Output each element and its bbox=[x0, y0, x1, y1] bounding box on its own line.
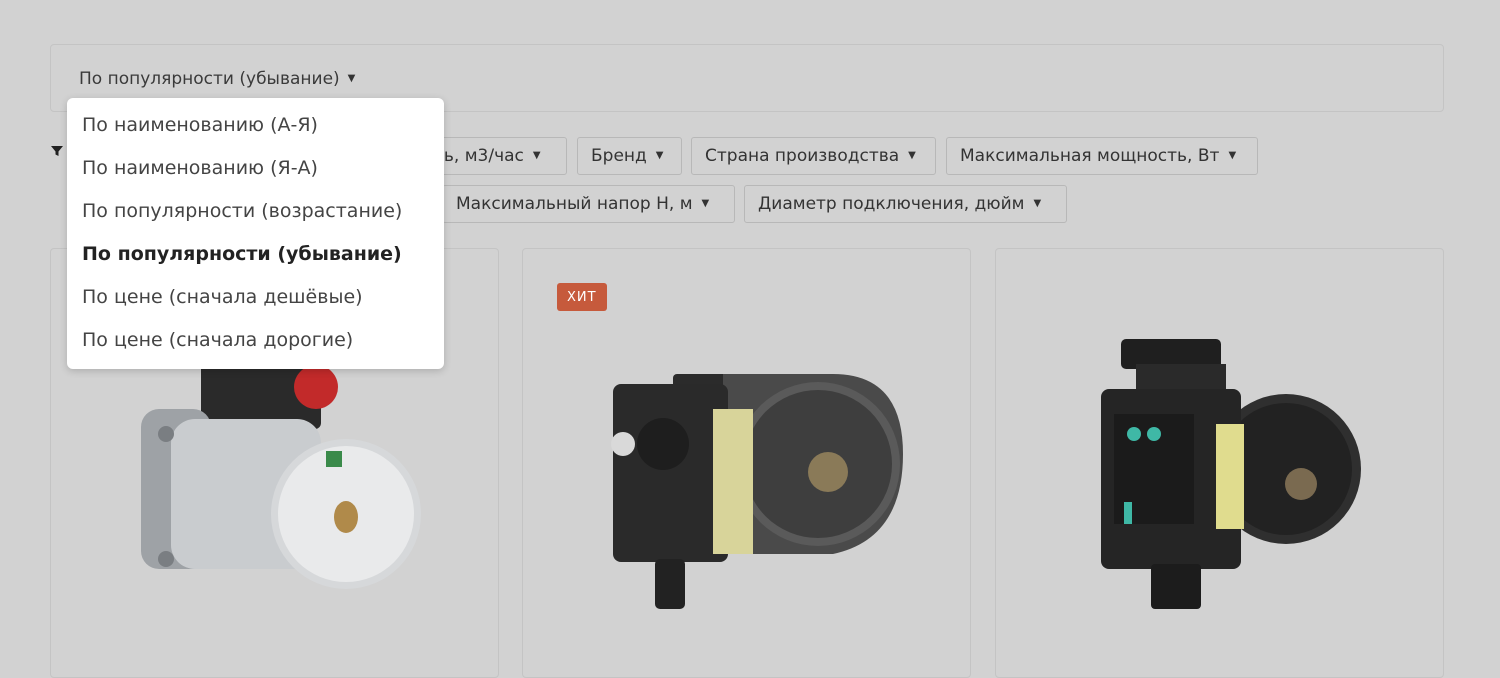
sort-option-popularity-asc[interactable]: По популярности (возрастание) bbox=[82, 200, 402, 222]
caret-down-icon: ▼ bbox=[701, 198, 710, 209]
hit-badge: ХИТ bbox=[557, 283, 607, 311]
filter-country-label: Страна производства bbox=[705, 146, 900, 166]
product-image bbox=[141, 359, 421, 589]
product-image bbox=[611, 374, 903, 609]
caret-down-icon: ▼ bbox=[1228, 150, 1237, 161]
caret-down-icon: ▼ bbox=[655, 150, 664, 161]
filter-max-power[interactable]: Максимальная мощность, Вт ▼ bbox=[946, 137, 1258, 175]
sort-option-name-asc[interactable]: По наименованию (А-Я) bbox=[82, 114, 318, 136]
sort-option-price-desc[interactable]: По цене (сначала дорогие) bbox=[82, 329, 353, 351]
sort-select[interactable]: По популярности (убывание) ▼ bbox=[79, 69, 355, 89]
sort-current-label: По популярности (убывание) bbox=[79, 69, 340, 89]
caret-down-icon: ▼ bbox=[347, 73, 356, 84]
product-card[interactable]: ХИТ bbox=[522, 248, 971, 678]
filter-connection-diameter-label: Диаметр подключения, дюйм bbox=[758, 194, 1025, 214]
filter-connection-diameter[interactable]: Диаметр подключения, дюйм ▼ bbox=[744, 185, 1067, 223]
caret-down-icon: ▼ bbox=[1033, 198, 1042, 209]
sort-option-popularity-desc[interactable]: По популярности (убывание) bbox=[82, 243, 402, 265]
sort-option-price-asc[interactable]: По цене (сначала дешёвые) bbox=[82, 286, 363, 308]
filter-flow-rate-label: ть, м3/час bbox=[434, 146, 524, 166]
product-card[interactable] bbox=[995, 248, 1444, 678]
product-image bbox=[1101, 339, 1361, 609]
sort-dropdown-menu: По наименованию (А-Я) По наименованию (Я… bbox=[67, 98, 444, 369]
sort-option-name-desc[interactable]: По наименованию (Я-А) bbox=[82, 157, 318, 179]
filter-brand-label: Бренд bbox=[591, 146, 647, 166]
filter-max-power-label: Максимальная мощность, Вт bbox=[960, 146, 1220, 166]
filter-max-head[interactable]: Максимальный напор Н, м ▼ bbox=[442, 185, 735, 223]
filter-brand[interactable]: Бренд ▼ bbox=[577, 137, 682, 175]
filter-country[interactable]: Страна производства ▼ bbox=[691, 137, 936, 175]
caret-down-icon: ▼ bbox=[532, 150, 541, 161]
filter-icon bbox=[51, 146, 63, 156]
filter-max-head-label: Максимальный напор Н, м bbox=[456, 194, 693, 214]
caret-down-icon: ▼ bbox=[908, 150, 916, 161]
